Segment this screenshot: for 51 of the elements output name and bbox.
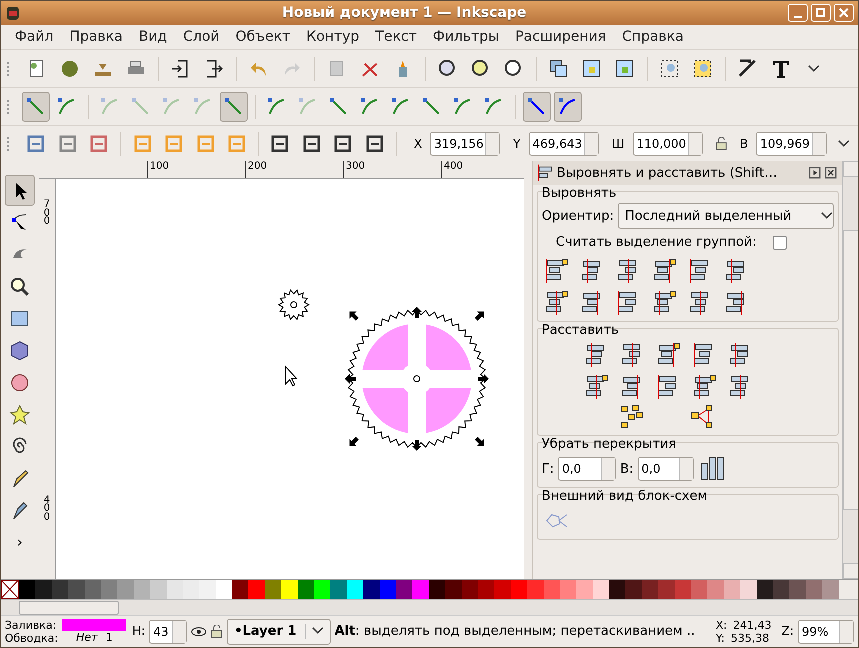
layer-dropdown[interactable]: •Layer 1: [227, 618, 331, 644]
field-label: Г:: [542, 462, 554, 476]
field-label: Ориентир:: [542, 208, 614, 224]
ruler-label: 400: [42, 496, 52, 522]
coordinate-label: X:: [716, 618, 728, 632]
menu-item[interactable]: Вид: [130, 29, 176, 45]
field-label: Н:: [132, 625, 146, 638]
number-field[interactable]: 319,156: [430, 132, 500, 156]
opacity-field[interactable]: 43: [149, 620, 188, 644]
number-field[interactable]: 469,643: [528, 132, 599, 156]
relative-to-dropdown[interactable]: Последний выделенный: [618, 203, 834, 229]
menu-item[interactable]: Объект: [228, 29, 299, 45]
checkbox-label: Считать выделение группой:: [556, 235, 757, 250]
field-label: Y: [513, 136, 521, 150]
zoom-label: Z:: [782, 625, 794, 638]
number-field[interactable]: 110,000: [632, 132, 703, 156]
more-tools-button[interactable]: ›: [17, 535, 23, 551]
menu-item[interactable]: Слой: [175, 29, 228, 45]
stroke-value: Нет: [76, 631, 98, 644]
field-label: В:: [620, 462, 634, 476]
ruler-label: 100: [147, 161, 245, 178]
menu-item[interactable]: Текст: [368, 29, 426, 45]
coordinate-label: Y:: [716, 632, 725, 644]
coordinate-value: 535,38: [730, 632, 770, 644]
fill-label: Заливка:: [5, 618, 58, 632]
section-heading: Внешний вид блок-схем: [542, 489, 709, 504]
menu-item[interactable]: Правка: [62, 29, 131, 45]
number-field[interactable]: 0,0: [638, 457, 694, 481]
field-label: В: [740, 136, 748, 150]
ruler-label: 300: [343, 161, 441, 178]
panel-title: Выровнять и расставить (Shift…: [557, 166, 778, 180]
field-label: Ш: [612, 136, 625, 150]
zoom-field[interactable]: 99%: [798, 620, 854, 644]
number-field[interactable]: 109,969: [756, 132, 827, 156]
section-heading: Расставить: [542, 323, 620, 338]
menu-item[interactable]: Фильтры: [425, 29, 508, 45]
ruler-label: 700: [42, 201, 52, 226]
window-title: Новый документ 1 — Inkscape: [282, 5, 527, 21]
stroke-width: 1: [106, 631, 113, 644]
menu-item[interactable]: Справка: [614, 29, 692, 45]
menu-item[interactable]: Файл: [7, 29, 62, 45]
number-field[interactable]: 0,0: [558, 457, 616, 481]
menu-item[interactable]: Расширения: [507, 29, 614, 45]
menu-item[interactable]: Контур: [298, 29, 368, 45]
section-heading: Выровнять: [542, 186, 618, 201]
ruler-label: 200: [245, 161, 343, 178]
field-label: X: [414, 136, 422, 150]
coordinate-value: 241,43: [733, 618, 772, 632]
section-heading: Убрать перекрытия: [542, 437, 678, 452]
stroke-label: Обводка:: [5, 632, 58, 644]
status-message: Alt: выделять под выделенным; перетаскиванием ..: [334, 624, 696, 639]
